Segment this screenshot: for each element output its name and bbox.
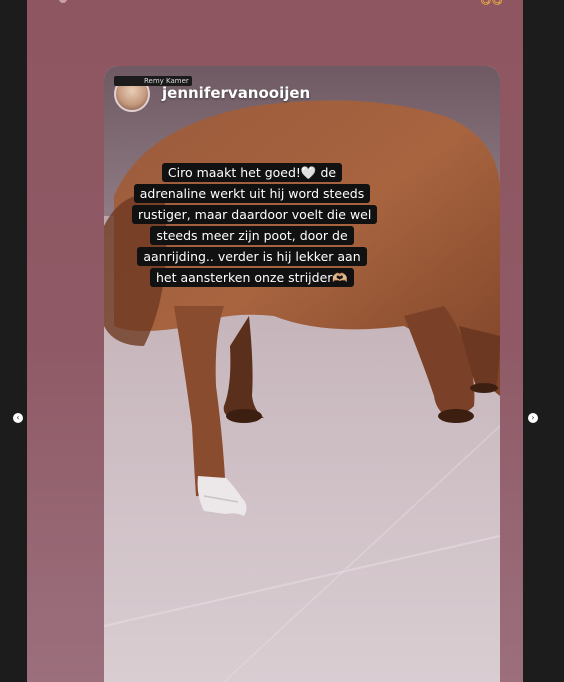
progress-indicator [59,0,67,3]
reposted-story-card[interactable]: Remy Kamer jennifervanooijen Ciro maakt … [104,66,500,682]
story-caption: Ciro maakt het goed!🤍 de adrenaline werk… [132,162,378,288]
username[interactable]: jennifervanooijen [162,84,310,102]
story-frame[interactable]: 😋😋 Remy Kamer jennifervanooijen Ciro maa… [27,0,523,682]
next-story-button[interactable]: › [528,413,538,423]
sticker-emojis: 😋😋 [480,0,503,7]
dog-photo [104,66,500,682]
story-viewer: 😋😋 Remy Kamer jennifervanooijen Ciro maa… [0,0,564,682]
caption-text: Ciro maakt het goed!🤍 de adrenaline werk… [132,163,378,287]
previous-story-button[interactable]: ‹ [13,413,23,423]
